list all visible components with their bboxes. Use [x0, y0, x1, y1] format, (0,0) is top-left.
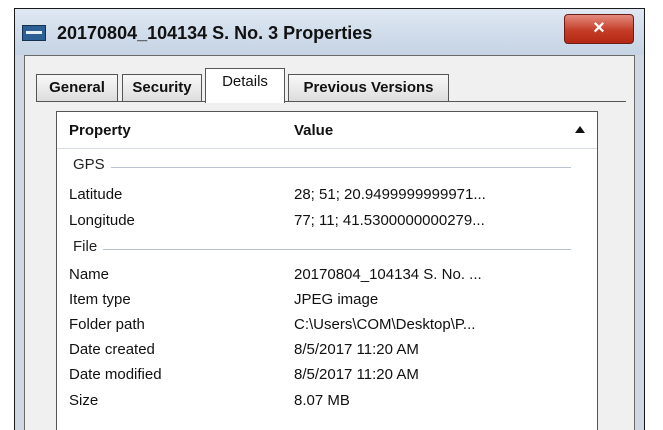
- tab-divider: [36, 101, 626, 102]
- group-header-gps: GPS: [73, 156, 581, 178]
- property-name: Name: [69, 266, 110, 283]
- close-button[interactable]: ×: [564, 14, 634, 44]
- property-value: JPEG image: [294, 291, 379, 308]
- property-value: 8/5/2017 11:20 AM: [294, 341, 419, 358]
- list-item[interactable]: Date modified 8/5/2017 11:20 AM: [57, 364, 597, 388]
- title-bar[interactable]: 20170804_104134 S. No. 3 Properties ×: [15, 9, 644, 55]
- details-list[interactable]: Property Value GPS Latitude 28; 51; 20.9…: [56, 111, 598, 430]
- property-value: 77; 11; 41.5300000000279...: [294, 212, 485, 229]
- column-header-property[interactable]: Property: [69, 122, 131, 139]
- list-item[interactable]: Date created 8/5/2017 11:20 AM: [57, 339, 597, 363]
- group-divider: [73, 249, 571, 250]
- group-divider: [73, 167, 571, 168]
- list-item[interactable]: Item type JPEG image: [57, 289, 597, 313]
- window-icon: [22, 25, 46, 41]
- tab-security[interactable]: Security: [122, 74, 202, 102]
- group-label: File: [73, 238, 104, 255]
- column-header-value[interactable]: Value: [294, 122, 333, 139]
- tab-details[interactable]: Details: [205, 68, 285, 103]
- property-value: 8/5/2017 11:20 AM: [294, 366, 419, 383]
- column-header: Property Value: [57, 112, 597, 149]
- property-name: Size: [69, 392, 99, 409]
- property-name: Latitude: [69, 186, 123, 203]
- tab-previous-versions[interactable]: Previous Versions: [288, 74, 449, 102]
- property-value: 20170804_104134 S. No. ...: [294, 266, 482, 283]
- property-name: Longitude: [69, 212, 135, 229]
- list-item[interactable]: Latitude 28; 51; 20.9499999999971...: [57, 184, 597, 208]
- properties-window: 20170804_104134 S. No. 3 Properties × Ge…: [14, 8, 645, 430]
- list-item[interactable]: Folder path C:\Users\COM\Desktop\P...: [57, 314, 597, 338]
- property-value: 28; 51; 20.9499999999971...: [294, 186, 486, 203]
- property-value: C:\Users\COM\Desktop\P...: [294, 316, 476, 333]
- property-name: Item type: [69, 291, 131, 308]
- property-name: Date created: [69, 341, 155, 358]
- scroll-up-arrow-icon[interactable]: [575, 126, 585, 133]
- list-item[interactable]: Size 8.07 MB: [57, 390, 597, 414]
- property-name: Date modified: [69, 366, 162, 383]
- group-label: GPS: [73, 156, 111, 173]
- list-item[interactable]: Name 20170804_104134 S. No. ...: [57, 264, 597, 288]
- property-value: 8.07 MB: [294, 392, 350, 409]
- tab-general[interactable]: General: [36, 74, 118, 102]
- list-item[interactable]: Longitude 77; 11; 41.5300000000279...: [57, 210, 597, 234]
- window-title: 20170804_104134 S. No. 3 Properties: [57, 23, 373, 43]
- dialog-body: General Security Details Previous Versio…: [24, 55, 635, 430]
- property-name: Folder path: [69, 316, 145, 333]
- group-header-file: File: [73, 238, 581, 260]
